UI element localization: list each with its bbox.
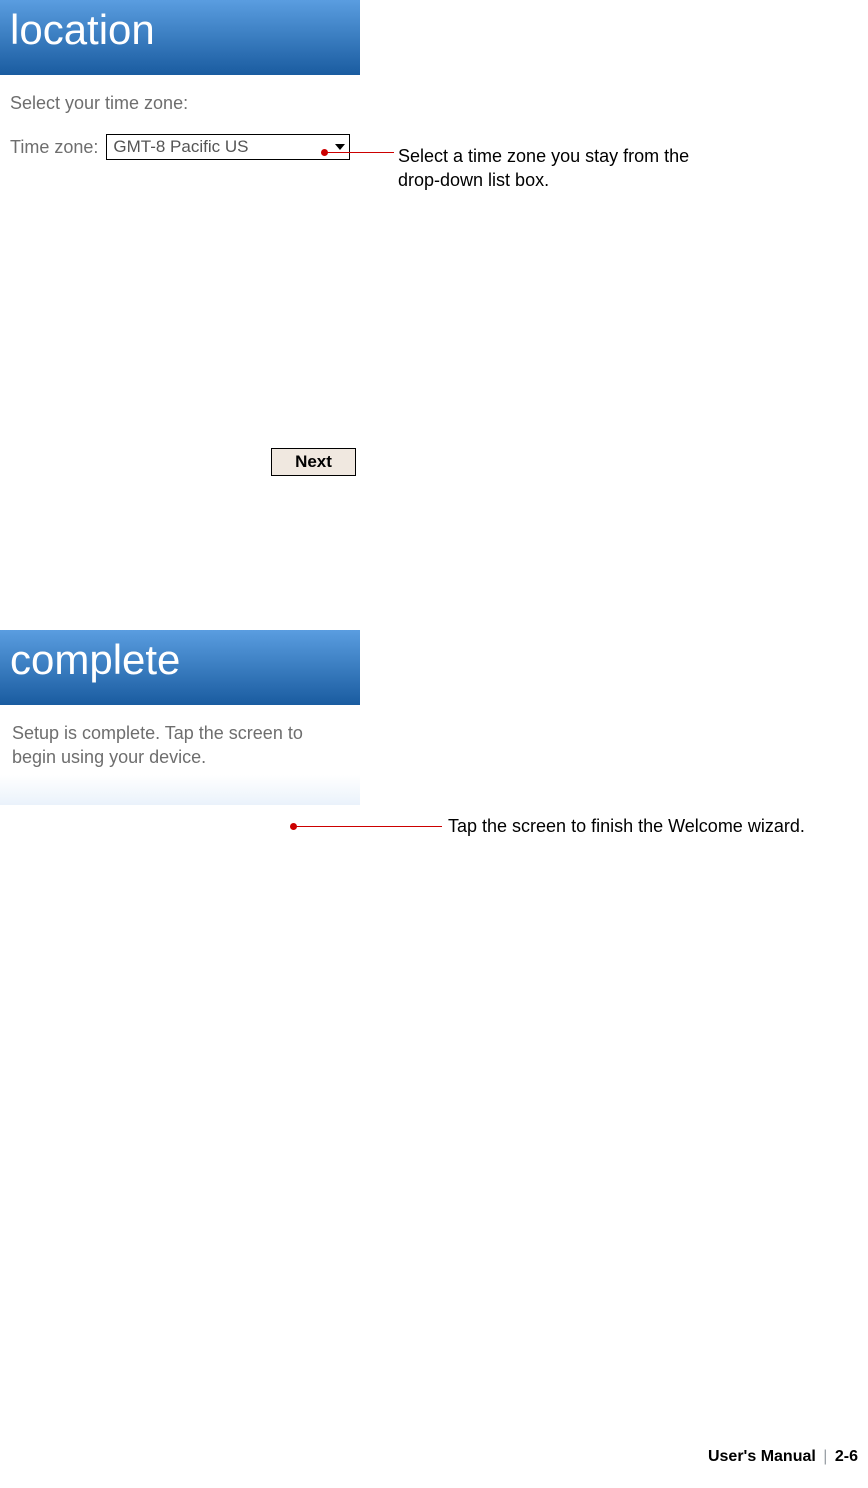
complete-screenshot: complete Setup is complete. Tap the scre… bbox=[0, 630, 360, 805]
timezone-dropdown-value: GMT-8 Pacific US bbox=[113, 137, 248, 157]
timezone-label: Time zone: bbox=[10, 137, 98, 158]
chevron-down-icon bbox=[335, 144, 345, 150]
footer-page-number: 2-6 bbox=[835, 1448, 858, 1465]
callout-line bbox=[326, 152, 394, 153]
footer-separator: | bbox=[823, 1448, 827, 1465]
timezone-row: Time zone: GMT-8 Pacific US bbox=[0, 114, 360, 160]
callout-line bbox=[296, 826, 442, 827]
select-timezone-instruction: Select your time zone: bbox=[0, 75, 360, 114]
next-button[interactable]: Next bbox=[271, 448, 356, 476]
location-banner: location bbox=[0, 0, 360, 75]
screenshot-fade bbox=[0, 775, 360, 805]
complete-banner: complete bbox=[0, 630, 360, 705]
tap-screen-callout: Tap the screen to finish the Welcome wiz… bbox=[448, 816, 805, 837]
setup-complete-message: Setup is complete. Tap the screen to beg… bbox=[0, 705, 360, 770]
location-screenshot: location Select your time zone: Time zon… bbox=[0, 0, 360, 480]
page-footer: User's Manual | 2-6 bbox=[708, 1448, 858, 1466]
timezone-dropdown[interactable]: GMT-8 Pacific US bbox=[106, 134, 350, 160]
footer-title: User's Manual bbox=[708, 1448, 816, 1465]
timezone-callout: Select a time zone you stay from the dro… bbox=[398, 144, 718, 193]
document-page: location Select your time zone: Time zon… bbox=[0, 0, 868, 1488]
